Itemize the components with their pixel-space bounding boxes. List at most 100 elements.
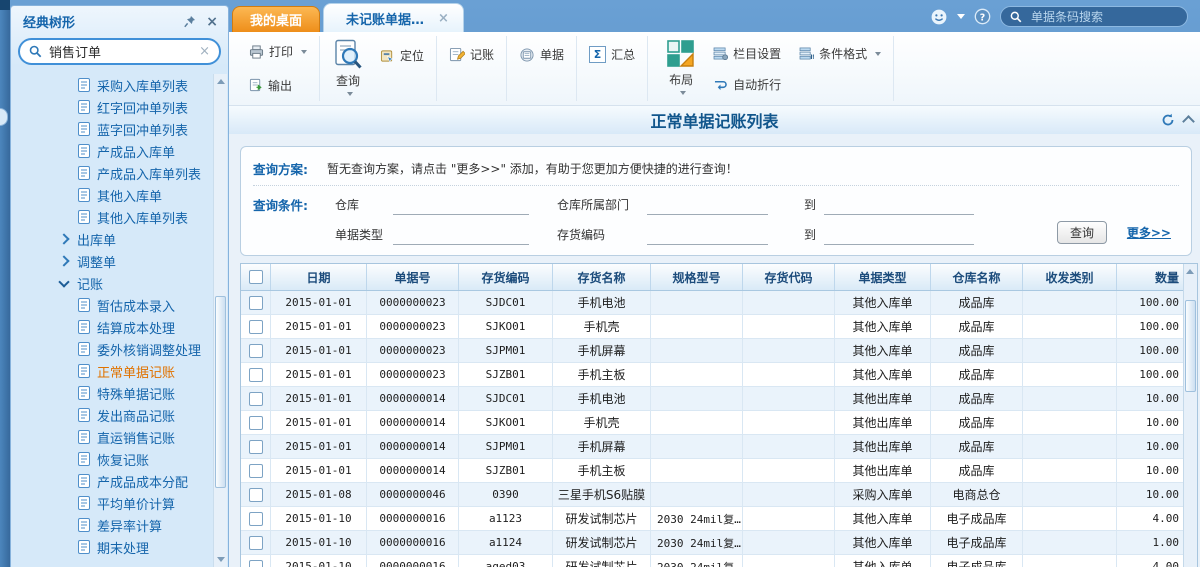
barcode-search-box[interactable]	[1000, 6, 1188, 27]
table-row[interactable]: 2015-01-01 0000000014 SJZB01 手机主板 其他出库单 …	[241, 459, 1197, 483]
table-row[interactable]: 2015-01-01 0000000023 SJDC01 手机电池 其他入库单 …	[241, 291, 1197, 315]
scroll-down-arrow[interactable]	[217, 557, 225, 562]
help-icon[interactable]: ?	[974, 8, 991, 25]
export-button[interactable]: 输出	[246, 75, 310, 96]
row-checkbox[interactable]	[249, 560, 263, 567]
select-all-checkbox[interactable]	[249, 270, 263, 284]
tree-item[interactable]: 发出商品记账	[12, 404, 213, 426]
warehouse-dept-input[interactable]	[647, 194, 768, 215]
column-header-spec[interactable]: 规格型号	[651, 264, 743, 290]
doc-type-input[interactable]	[393, 224, 529, 245]
conditional-format-button[interactable]: If 条件格式	[796, 43, 884, 64]
user-menu-caret[interactable]	[957, 14, 965, 19]
tree-item[interactable]: 记账	[12, 272, 213, 294]
tree-item[interactable]: 产成品入库单列表	[12, 162, 213, 184]
barcode-search-input[interactable]	[1029, 9, 1178, 25]
row-checkbox[interactable]	[249, 440, 263, 454]
word-wrap-button[interactable]: 自动折行	[710, 74, 784, 95]
tree-item[interactable]: 红字回冲单列表	[12, 96, 213, 118]
post-button[interactable]: 记账	[446, 44, 497, 65]
column-header-category[interactable]: 收发类别	[1023, 264, 1117, 290]
inventory-code-to-input[interactable]	[824, 224, 974, 245]
tree-item[interactable]: 产成品入库单	[12, 140, 213, 162]
row-checkbox[interactable]	[249, 368, 263, 382]
tree-item[interactable]: 正常单据记账	[12, 360, 213, 382]
scrollbar-thumb[interactable]	[1185, 300, 1196, 392]
column-header-date[interactable]: 日期	[271, 264, 367, 290]
row-checkbox[interactable]	[249, 392, 263, 406]
query-button[interactable]: 查询	[329, 38, 367, 97]
row-checkbox[interactable]	[249, 416, 263, 430]
tree-item[interactable]: 其他入库单列表	[12, 206, 213, 228]
tree-item[interactable]: 结算成本处理	[12, 316, 213, 338]
query-dropdown-caret[interactable]	[347, 92, 353, 96]
tab-my-desktop[interactable]: 我的桌面	[232, 6, 320, 32]
column-header-docno[interactable]: 单据号	[367, 264, 459, 290]
tree-item[interactable]: 特殊单据记账	[12, 382, 213, 404]
inventory-code-input[interactable]	[647, 224, 768, 245]
print-button[interactable]: 打印	[246, 41, 310, 62]
sidebar-scrollbar[interactable]	[213, 74, 227, 567]
conditional-format-caret[interactable]	[875, 52, 881, 56]
summary-button[interactable]: Σ 汇总	[586, 44, 638, 65]
column-header-doctype[interactable]: 单据类型	[835, 264, 931, 290]
tab-close-icon[interactable]: ×	[438, 11, 449, 26]
warehouse-dept-to-input[interactable]	[824, 194, 974, 215]
scroll-up-arrow[interactable]	[217, 79, 225, 84]
table-row[interactable]: 2015-01-01 0000000023 SJZB01 手机主板 其他入库单 …	[241, 363, 1197, 387]
tree-item[interactable]: 暂估成本录入	[12, 294, 213, 316]
column-settings-button[interactable]: 栏目设置	[710, 43, 784, 64]
row-checkbox[interactable]	[249, 536, 263, 550]
table-row[interactable]: 2015-01-10 0000000016 a1123 研发试制芯片 2030 …	[241, 507, 1197, 531]
tree-item[interactable]: 产成品成本分配	[12, 470, 213, 492]
collapse-panel-icon[interactable]	[1182, 115, 1195, 128]
scrollbar-thumb[interactable]	[215, 296, 226, 488]
table-row[interactable]: 2015-01-08 0000000046 0390 三星手机S6贴膜 采购入库…	[241, 483, 1197, 507]
smiley-icon[interactable]	[930, 8, 948, 26]
row-checkbox[interactable]	[249, 320, 263, 334]
warehouse-input[interactable]	[393, 194, 529, 215]
grid-scrollbar[interactable]	[1183, 264, 1197, 567]
table-row[interactable]: 2015-01-01 0000000023 SJKO01 手机壳 其他入库单 成…	[241, 315, 1197, 339]
layout-button[interactable]: 布局	[662, 38, 700, 96]
column-header-invagent[interactable]: 存货代码	[743, 264, 835, 290]
tree-item[interactable]: 差异率计算	[12, 514, 213, 536]
sidebar-search-box[interactable]: 销售订单 ×	[18, 38, 221, 65]
table-row[interactable]: 2015-01-01 0000000014 SJPM01 手机屏幕 其他出库单 …	[241, 435, 1197, 459]
tree-item[interactable]: 平均单价计算	[12, 492, 213, 514]
pin-icon[interactable]	[184, 15, 196, 28]
tree-item[interactable]: 其他入库单	[12, 184, 213, 206]
column-header-warehouse[interactable]: 仓库名称	[931, 264, 1023, 290]
column-header-qty[interactable]: 数量	[1117, 264, 1186, 290]
tree-item[interactable]: 直运销售记账	[12, 426, 213, 448]
row-checkbox[interactable]	[249, 488, 263, 502]
tree-item[interactable]: 期末处理	[12, 536, 213, 558]
tree-item[interactable]: 出库单	[12, 228, 213, 250]
table-row[interactable]: 2015-01-01 0000000014 SJDC01 手机电池 其他出库单 …	[241, 387, 1197, 411]
table-row[interactable]: 2015-01-10 0000000016 aqed03 研发试制芯片 2030…	[241, 555, 1197, 567]
table-row[interactable]: 2015-01-01 0000000023 SJPM01 手机屏幕 其他入库单 …	[241, 339, 1197, 363]
search-clear-icon[interactable]: ×	[199, 44, 210, 59]
tree-item[interactable]: 委外核销调整处理	[12, 338, 213, 360]
query-submit-button[interactable]: 查询	[1057, 221, 1107, 244]
tree-item[interactable]: 蓝字回冲单列表	[12, 118, 213, 140]
tree-item[interactable]: 调整单	[12, 250, 213, 272]
more-link[interactable]: 更多>>	[1127, 224, 1171, 241]
table-row[interactable]: 2015-01-01 0000000014 SJKO01 手机壳 其他出库单 成…	[241, 411, 1197, 435]
sidebar-close-icon[interactable]: ×	[206, 15, 218, 29]
tab-unposted-documents[interactable]: 未记账单据… ×	[323, 3, 464, 32]
print-dropdown-caret[interactable]	[301, 50, 307, 54]
row-checkbox[interactable]	[249, 344, 263, 358]
document-button[interactable]: 单据	[516, 44, 567, 65]
tree-item[interactable]: 采购入库单列表	[12, 74, 213, 96]
sidebar-search-value[interactable]: 销售订单	[49, 42, 192, 61]
layout-dropdown-caret[interactable]	[680, 91, 686, 95]
row-checkbox[interactable]	[249, 464, 263, 478]
tree-item[interactable]: 恢复记账	[12, 448, 213, 470]
refresh-icon[interactable]	[1161, 113, 1175, 127]
column-header-invcode[interactable]: 存货编码	[459, 264, 553, 290]
table-row[interactable]: 2015-01-10 0000000016 a1124 研发试制芯片 2030 …	[241, 531, 1197, 555]
row-checkbox[interactable]	[249, 512, 263, 526]
row-checkbox[interactable]	[249, 296, 263, 310]
column-header-invname[interactable]: 存货名称	[553, 264, 651, 290]
